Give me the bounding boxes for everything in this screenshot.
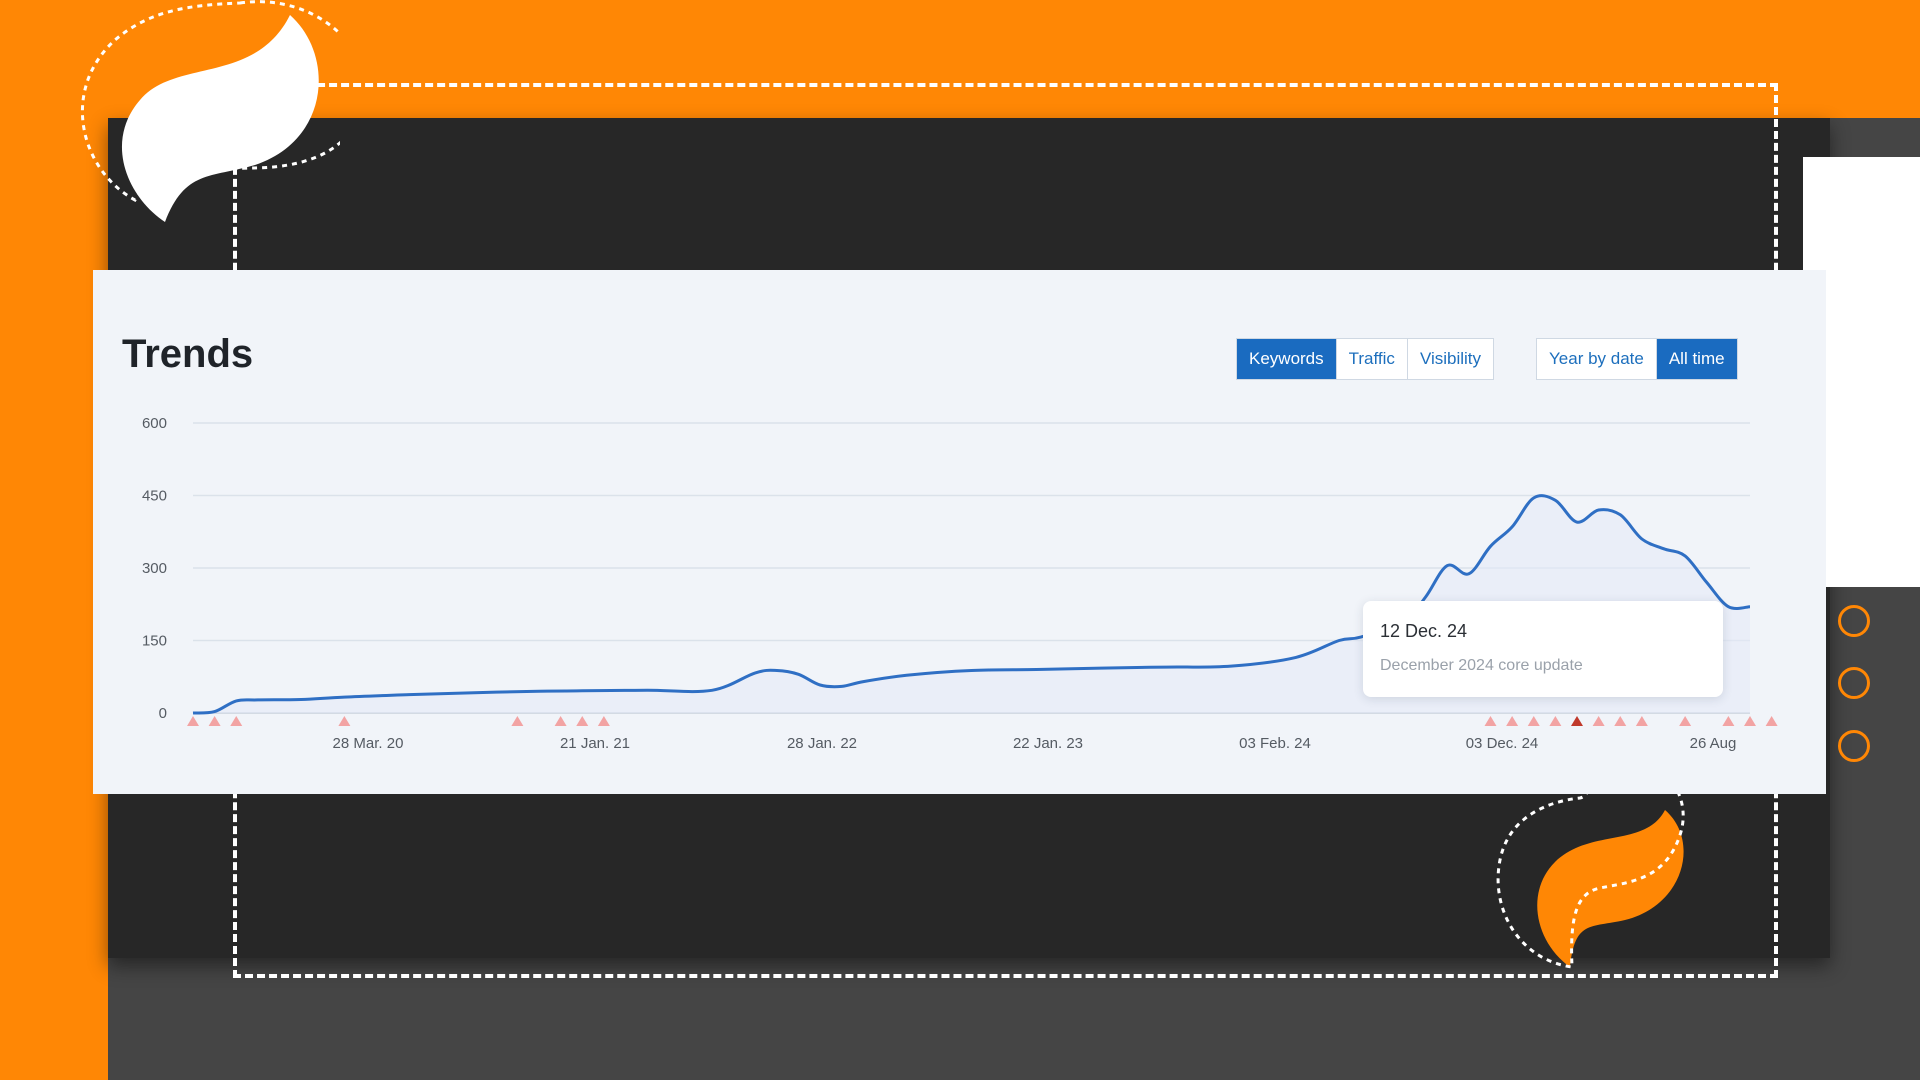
circle-icon: [1838, 667, 1870, 699]
update-marker: [1765, 716, 1778, 726]
x-tick-label: 22 Jan. 23: [1013, 735, 1083, 752]
chart-tooltip: 12 Dec. 24 December 2024 core update: [1363, 601, 1723, 697]
tooltip-date: 12 Dec. 24: [1380, 621, 1468, 641]
update-marker: [1744, 716, 1756, 726]
y-tick-label: 300: [142, 560, 167, 577]
update-marker: [511, 716, 524, 726]
x-tick-label: 21 Jan. 21: [560, 735, 630, 752]
update-marker: [554, 716, 567, 726]
circle-icon: [1838, 605, 1870, 637]
update-marker: [1592, 716, 1605, 726]
update-marker: [576, 716, 589, 726]
update-marker: [208, 716, 221, 726]
y-tick-label: 600: [142, 415, 167, 432]
update-marker: [1635, 716, 1648, 726]
update-marker: [230, 716, 243, 726]
update-marker: [1722, 716, 1735, 726]
update-marker: [1549, 716, 1562, 726]
x-tick-label: 26 Aug: [1690, 735, 1737, 752]
update-marker: [597, 716, 610, 726]
y-tick-label: 450: [142, 488, 167, 505]
update-marker: [1484, 716, 1497, 726]
update-marker: [1506, 716, 1519, 726]
update-marker: [1679, 716, 1692, 726]
x-tick-label: 28 Mar. 20: [333, 735, 404, 752]
trends-chart: 600 450 300 150 0 28 Mar. 20 21 Jan. 21 28 Jan…: [142, 415, 1778, 752]
trends-card: Trends Keywords Traffic Visibility Year …: [93, 270, 1826, 794]
update-marker: [338, 716, 351, 726]
update-marker: [187, 716, 199, 726]
circle-icon: [1838, 730, 1870, 762]
x-tick-label: 03 Feb. 24: [1239, 735, 1311, 752]
y-tick-label: 0: [159, 705, 167, 722]
y-tick-label: 150: [142, 633, 167, 650]
update-marker: [1527, 716, 1540, 726]
tooltip-note: December 2024 core update: [1380, 657, 1583, 674]
x-tick-label: 28 Jan. 22: [787, 735, 857, 752]
update-marker: [1614, 716, 1627, 726]
update-marker: [1571, 716, 1583, 726]
x-tick-label: 03 Dec. 24: [1466, 735, 1539, 752]
leaf-icon-white: [80, 0, 340, 222]
